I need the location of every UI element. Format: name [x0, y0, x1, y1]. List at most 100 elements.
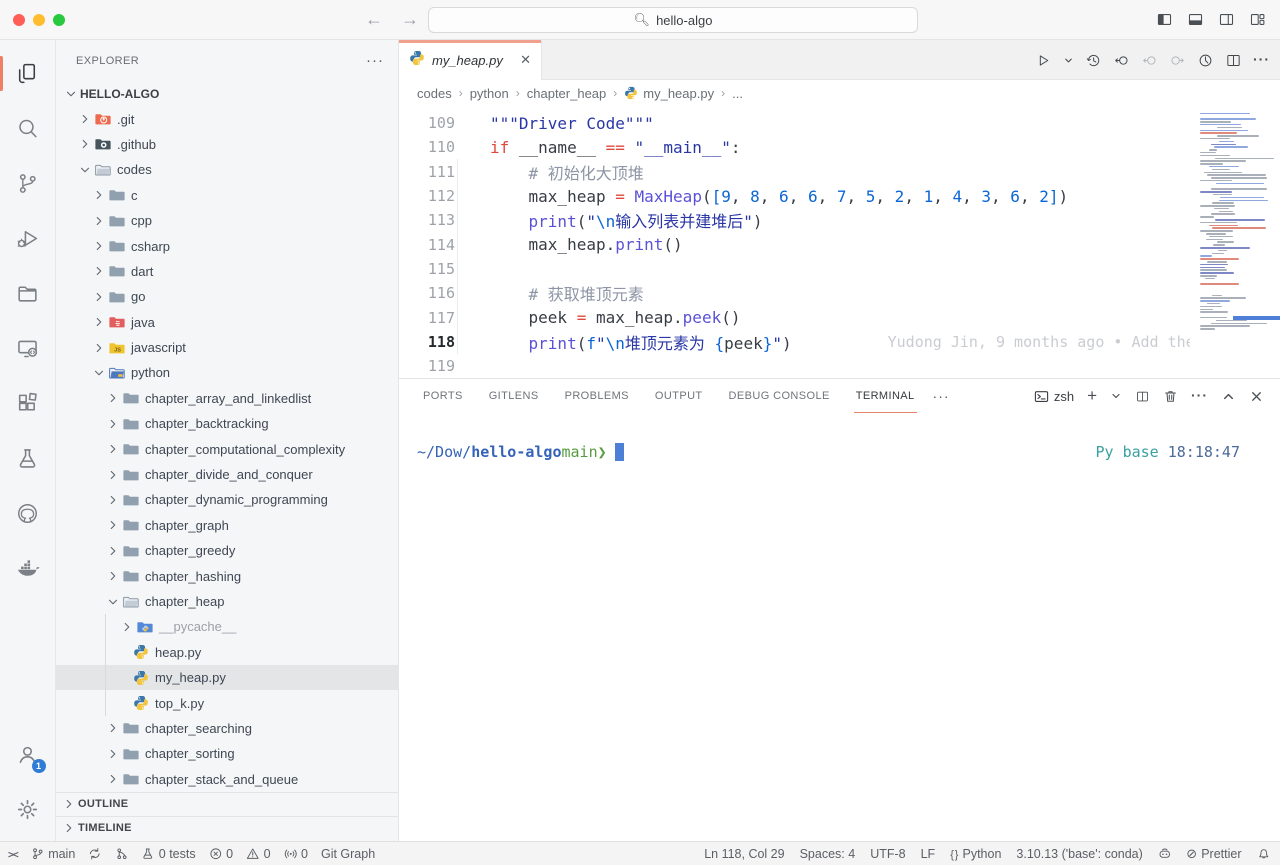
status-ports[interactable]: 0: [284, 847, 308, 861]
tree-item-chapter_computational_complexity[interactable]: chapter_computational_complexity: [56, 436, 398, 461]
panel-tab-gitlens[interactable]: GITLENS: [489, 379, 539, 413]
tree-item-cpp[interactable]: cpp: [56, 208, 398, 233]
layout-sidebar-right-icon[interactable]: [1218, 11, 1235, 28]
tree-item-chapter_searching[interactable]: chapter_searching: [56, 716, 398, 741]
close-panel-icon[interactable]: [1249, 389, 1264, 404]
code-line-112[interactable]: 112 max_heap = MaxHeap([9, 8, 6, 6, 7, 5…: [399, 184, 1280, 208]
tree-item-chapter_greedy[interactable]: chapter_greedy: [56, 538, 398, 563]
activity-explorer-icon[interactable]: [0, 46, 56, 101]
breadcrumb-codes[interactable]: codes: [417, 86, 452, 101]
tree-item-my_heap.py[interactable]: my_heap.py: [56, 665, 398, 690]
status-gitlens[interactable]: [115, 847, 129, 861]
tree-item-chapter_backtracking[interactable]: chapter_backtracking: [56, 411, 398, 436]
code-line-113[interactable]: 113 print("\n输入列表并建堆后"): [399, 208, 1280, 232]
tree-item-chapter_graph[interactable]: chapter_graph: [56, 513, 398, 538]
tree-item-go[interactable]: go: [56, 284, 398, 309]
open-changes-icon[interactable]: [1113, 52, 1130, 69]
tree-item-chapter_sorting[interactable]: chapter_sorting: [56, 741, 398, 766]
tree-item-.git[interactable]: .git: [56, 106, 398, 131]
tree-item-chapter_heap[interactable]: chapter_heap: [56, 589, 398, 614]
activity-folders-icon[interactable]: [0, 266, 56, 321]
tree-item-.github[interactable]: .github: [56, 132, 398, 157]
close-window-button[interactable]: [13, 14, 25, 26]
tree-item-__pycache__[interactable]: __pycache__: [56, 614, 398, 639]
close-icon[interactable]: ✕: [520, 52, 531, 68]
panel-tab-terminal[interactable]: TERMINAL: [856, 379, 915, 413]
status-language-mode[interactable]: { }Python: [950, 847, 1001, 861]
terminal-shell-icon[interactable]: zsh: [1034, 389, 1074, 404]
file-history-icon[interactable]: [1085, 52, 1102, 69]
status-errors[interactable]: 0: [209, 847, 233, 861]
activity-settings-icon[interactable]: [0, 782, 56, 837]
status-warnings[interactable]: 0: [246, 847, 270, 861]
code-line-114[interactable]: 114 max_heap.print(): [399, 232, 1280, 256]
gitlens-graph-icon[interactable]: [1197, 52, 1214, 69]
code-line-110[interactable]: 110if __name__ == "__main__":: [399, 135, 1280, 159]
layout-sidebar-left-icon[interactable]: [1156, 11, 1173, 28]
code-line-109[interactable]: 109"""Driver Code""": [399, 111, 1280, 135]
status-indentation[interactable]: Spaces: 4: [800, 847, 856, 861]
breadcrumb-chapter_heap[interactable]: chapter_heap: [527, 86, 607, 101]
tree-item-heap.py[interactable]: heap.py: [56, 640, 398, 665]
panel-more-icon[interactable]: ···: [1191, 387, 1208, 405]
activity-testing-icon[interactable]: [0, 431, 56, 486]
breadcrumb-python[interactable]: python: [470, 86, 509, 101]
activity-search-icon[interactable]: [0, 101, 56, 156]
zoom-window-button[interactable]: [53, 14, 65, 26]
status-encoding[interactable]: UTF-8: [870, 847, 905, 861]
activity-extensions-icon[interactable]: [0, 376, 56, 431]
panel-tabs-more[interactable]: ···: [933, 388, 950, 404]
back-icon[interactable]: ←: [365, 9, 383, 30]
status-git-graph[interactable]: Git Graph: [321, 847, 375, 861]
tree-item-java[interactable]: java: [56, 310, 398, 335]
panel-tab-debug-console[interactable]: DEBUG CONSOLE: [729, 379, 830, 413]
status-remote-indicator[interactable]: ><: [8, 847, 18, 861]
breadcrumb-my_heap.py[interactable]: my_heap.py: [624, 86, 714, 101]
panel-tab-problems[interactable]: PROBLEMS: [565, 379, 629, 413]
tree-item-python[interactable]: python: [56, 360, 398, 385]
tree-item-codes[interactable]: codes: [56, 157, 398, 182]
status-branch[interactable]: main: [31, 847, 76, 861]
breadcrumb-...[interactable]: ...: [732, 86, 743, 101]
status-python-interpreter[interactable]: 3.10.13 ('base': conda): [1016, 847, 1142, 861]
tab-my-heap[interactable]: my_heap.py ✕: [399, 40, 542, 80]
activity-github-icon[interactable]: [0, 486, 56, 541]
code-line-119[interactable]: 119: [399, 354, 1280, 378]
status-copilot[interactable]: [1158, 847, 1172, 861]
section-timeline[interactable]: TIMELINE: [56, 816, 398, 840]
run-dropdown-icon[interactable]: [1063, 55, 1074, 66]
minimize-window-button[interactable]: [33, 14, 45, 26]
panel-tab-output[interactable]: OUTPUT: [655, 379, 703, 413]
explorer-more-actions[interactable]: ···: [366, 52, 384, 69]
tree-item-HELLO-ALGO[interactable]: HELLO-ALGO: [56, 81, 398, 106]
more-actions-icon[interactable]: ···: [1253, 51, 1270, 69]
code-line-117[interactable]: 117 peek = max_heap.peek(): [399, 305, 1280, 329]
activity-remote-explorer-icon[interactable]: [0, 321, 56, 376]
code-line-115[interactable]: 115: [399, 257, 1280, 281]
code-editor[interactable]: 109"""Driver Code"""110if __name__ == "_…: [399, 106, 1280, 378]
code-line-111[interactable]: 111 # 初始化大顶堆: [399, 160, 1280, 184]
tree-item-javascript[interactable]: JSjavascript: [56, 335, 398, 360]
status-cursor-position[interactable]: Ln 118, Col 29: [704, 847, 784, 861]
tree-item-csharp[interactable]: csharp: [56, 233, 398, 258]
split-terminal-icon[interactable]: [1135, 389, 1150, 404]
activity-docker-icon[interactable]: [0, 541, 56, 596]
status-notifications[interactable]: [1257, 847, 1271, 861]
status-eol[interactable]: LF: [921, 847, 936, 861]
terminal-dropdown-icon[interactable]: [1110, 390, 1122, 402]
code-line-116[interactable]: 116 # 获取堆顶元素: [399, 281, 1280, 305]
section-outline[interactable]: OUTLINE: [56, 792, 398, 816]
split-editor-icon[interactable]: [1225, 52, 1242, 69]
panel-tab-ports[interactable]: PORTS: [423, 379, 463, 413]
terminal[interactable]: ~/Dow/hello-algo main ❯ Py base 18:18:47: [399, 413, 1280, 841]
layout-panel-icon[interactable]: [1187, 11, 1204, 28]
tree-item-chapter_dynamic_programming[interactable]: chapter_dynamic_programming: [56, 487, 398, 512]
customize-layout-icon[interactable]: [1249, 11, 1266, 28]
tree-item-chapter_stack_and_queue[interactable]: chapter_stack_and_queue: [56, 767, 398, 792]
activity-run-debug-icon[interactable]: [0, 211, 56, 266]
tree-item-chapter_hashing[interactable]: chapter_hashing: [56, 563, 398, 588]
tree-item-c[interactable]: c: [56, 183, 398, 208]
run-python-file-icon[interactable]: [1035, 52, 1052, 69]
tree-item-chapter_divide_and_conquer[interactable]: chapter_divide_and_conquer: [56, 462, 398, 487]
status-sync[interactable]: [88, 847, 102, 861]
